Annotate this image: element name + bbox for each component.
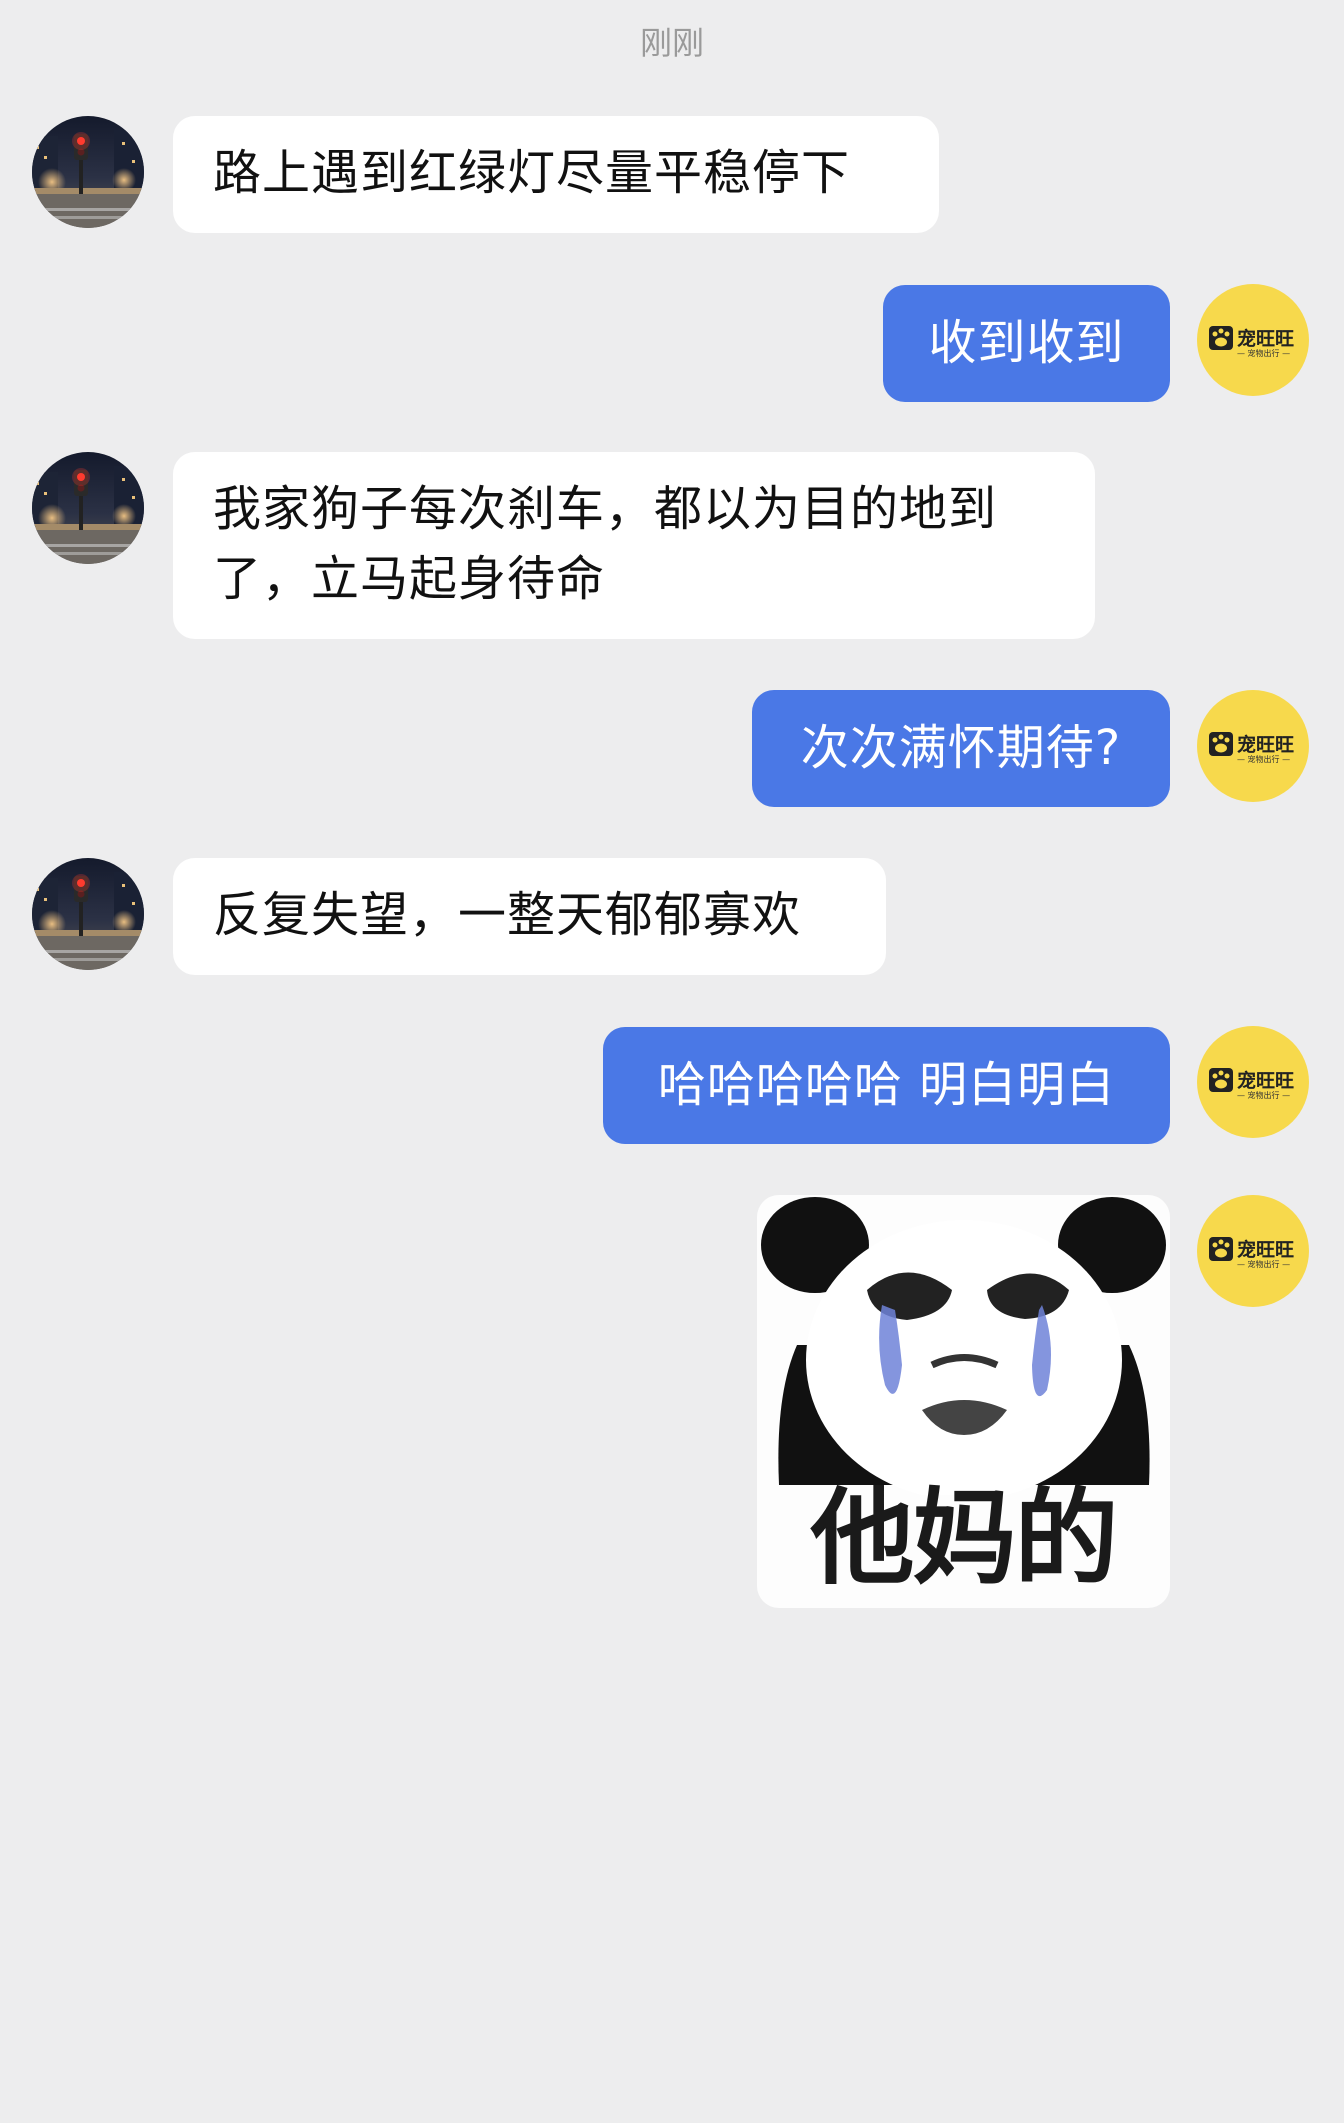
avatar-tagline: — 宠物出行 — [1237, 1091, 1291, 1100]
message-text-line: 了，立马起身待命 [213, 551, 606, 607]
crying-panda-face-icon [761, 1197, 1166, 1495]
message-text: 收到收到 [928, 315, 1125, 371]
chat-timestamp: 刚刚 [639, 24, 704, 62]
my-avatar[interactable]: 宠旺旺 — 宠物出行 — [1197, 284, 1309, 396]
avatar-brand-text: 宠旺旺 [1237, 328, 1295, 350]
avatar-tagline: — 宠物出行 — [1237, 1260, 1291, 1269]
night-street-avatar-icon [32, 858, 144, 970]
contact-avatar[interactable] [32, 116, 144, 228]
avatar-tagline: — 宠物出行 — [1237, 349, 1291, 358]
contact-avatar[interactable] [32, 452, 144, 564]
night-street-avatar-icon [32, 116, 144, 228]
avatar-brand-text: 宠旺旺 [1237, 1239, 1295, 1261]
outgoing-message-bubble[interactable]: 哈哈哈哈哈 明白明白 [603, 1027, 1170, 1144]
avatar-brand-text: 宠旺旺 [1237, 734, 1295, 756]
incoming-message-bubble[interactable]: 我家狗子每次刹车，都以为目的地到 了，立马起身待命 [173, 452, 1095, 639]
avatar-tagline: — 宠物出行 — [1237, 755, 1291, 764]
my-avatar[interactable]: 宠旺旺 — 宠物出行 — [1197, 1195, 1309, 1307]
message-text: 反复失望，一整天郁郁寡欢 [213, 887, 802, 943]
message-text-line: 我家狗子每次刹车，都以为目的地到 [213, 481, 998, 537]
sticker-caption: 他妈的 [810, 1477, 1118, 1599]
my-avatar[interactable]: 宠旺旺 — 宠物出行 — [1197, 1026, 1309, 1138]
sticker-message[interactable]: 他妈的 [757, 1195, 1170, 1608]
incoming-message-bubble[interactable]: 路上遇到红绿灯尽量平稳停下 [173, 116, 939, 233]
my-avatar[interactable]: 宠旺旺 — 宠物出行 — [1197, 690, 1309, 802]
message-text: 哈哈哈哈哈 明白明白 [657, 1057, 1116, 1113]
avatar-brand-text: 宠旺旺 [1237, 1070, 1295, 1092]
message-text: 路上遇到红绿灯尽量平稳停下 [213, 145, 851, 201]
message-text: 次次满怀期待? [800, 720, 1122, 776]
incoming-message-bubble[interactable]: 反复失望，一整天郁郁寡欢 [173, 858, 886, 975]
night-street-avatar-icon [32, 452, 144, 564]
outgoing-message-bubble[interactable]: 次次满怀期待? [752, 690, 1170, 807]
outgoing-message-bubble[interactable]: 收到收到 [883, 285, 1170, 402]
contact-avatar[interactable] [32, 858, 144, 970]
